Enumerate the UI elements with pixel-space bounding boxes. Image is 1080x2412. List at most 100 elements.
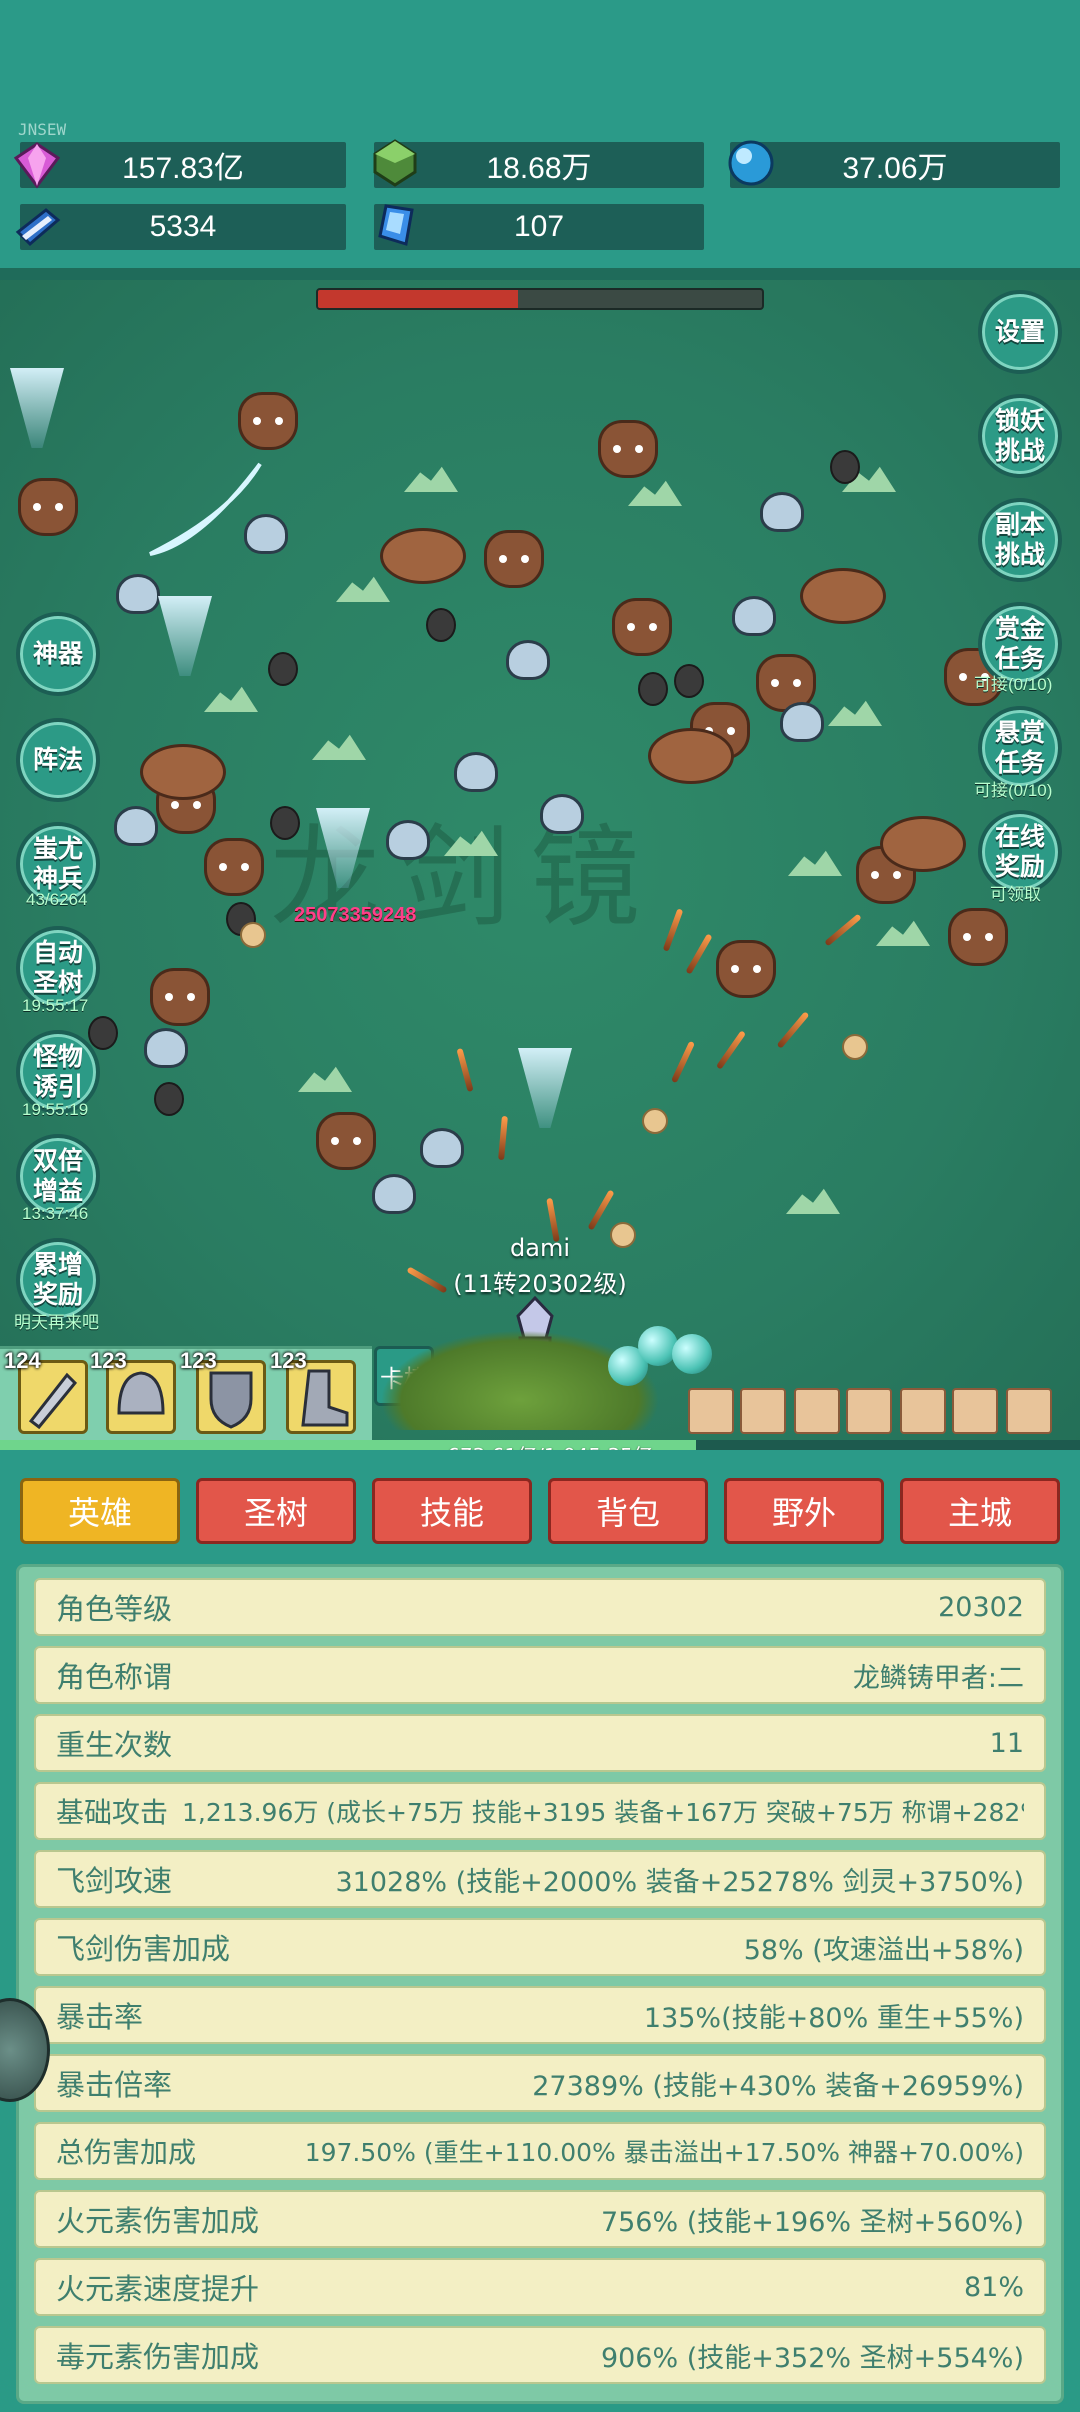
bounty-label: 赏金任务	[994, 614, 1045, 673]
tab-hero-label: 英雄	[67, 1494, 132, 1532]
tab-skills[interactable]: 技能	[372, 1478, 532, 1544]
skill-slot[interactable]	[1006, 1388, 1052, 1434]
rock-obstacle	[88, 1016, 118, 1050]
moth-monster	[880, 816, 966, 872]
coin-drop	[642, 1108, 668, 1134]
skill-slot[interactable]	[846, 1388, 892, 1434]
flying-sword	[662, 908, 684, 952]
stat-label: 重生次数	[56, 1728, 173, 1762]
resource-blue-orb: 37.06万	[730, 142, 1060, 188]
moth-monster	[648, 728, 734, 784]
stat-label: 总伤害加成	[56, 2136, 197, 2169]
flying-sword	[498, 1115, 508, 1161]
lock-demon-label: 锁妖挑战	[994, 406, 1045, 465]
flying-sword	[824, 913, 862, 947]
formation-button[interactable]: 阵法	[16, 718, 100, 802]
rock-obstacle	[830, 450, 860, 484]
stat-value: 197.50% (重生+110.00% 暴击溢出+17.50% 神器+70.00…	[304, 2138, 1024, 2167]
tornado-effect	[158, 596, 212, 676]
stat-label: 火元素速度提升	[56, 2272, 260, 2306]
moth-monster	[140, 744, 226, 800]
ghost-monster	[114, 806, 158, 846]
deer-monster	[316, 1112, 376, 1170]
grass-hill	[204, 686, 258, 712]
green-crystal-icon	[373, 139, 417, 187]
tab-wild[interactable]: 野外	[724, 1478, 884, 1544]
stat-value: 58% (攻速溢出+58%)	[743, 1934, 1024, 1966]
deer-monster	[238, 392, 298, 450]
bounty-task-status: 可接(0/10)	[974, 675, 1053, 694]
player-name: dami	[510, 1234, 570, 1262]
stat-label: 毒元素伤害加成	[56, 2340, 260, 2374]
stat-row-sword-damage: 飞剑伤害加成 58% (攻速溢出+58%)	[34, 1918, 1046, 1976]
tab-backpack[interactable]: 背包	[548, 1478, 708, 1544]
tab-skills-label: 技能	[419, 1494, 484, 1532]
stat-row-title: 角色称谓 龙鳞铸甲者:二	[34, 1646, 1046, 1704]
auto-tree-label: 自动圣树	[32, 938, 83, 997]
stat-label: 角色称谓	[56, 1660, 173, 1694]
dungeon-challenge-button[interactable]: 副本挑战	[978, 498, 1062, 582]
tab-main-city[interactable]: 主城	[900, 1478, 1060, 1544]
stat-value: 20302	[938, 1591, 1024, 1623]
monster-lure-timer: 19:55:19	[22, 1100, 89, 1119]
grass-hill	[828, 700, 882, 726]
skill-slot[interactable]	[952, 1388, 998, 1434]
boss-hp-bar	[316, 288, 764, 310]
stat-row-sword-speed: 飞剑攻速 31028% (技能+2000% 装备+25278% 剑灵+3750%)	[34, 1850, 1046, 1908]
stat-label: 暴击率	[56, 2000, 144, 2034]
skill-slot[interactable]	[740, 1388, 786, 1434]
stat-row-fire-speed: 火元素速度提升 81%	[34, 2258, 1046, 2316]
stat-row-base-attack: 基础攻击 1,213.96万 (成长+75万 技能+3195 装备+167万 突破…	[34, 1782, 1046, 1840]
cumulative-reward-label: 累增奖励	[32, 1250, 83, 1309]
tab-main-city-label: 主城	[947, 1494, 1012, 1532]
boss-hp-fill	[318, 290, 518, 308]
stat-value: 81%	[963, 2271, 1024, 2303]
coin-drop	[240, 922, 266, 948]
rock-obstacle	[426, 608, 456, 642]
moth-monster	[800, 568, 886, 624]
deer-monster	[484, 530, 544, 588]
reward-label: 悬赏任务	[994, 718, 1045, 777]
flying-sword	[456, 1047, 474, 1093]
settings-button[interactable]: 设置	[978, 290, 1062, 374]
grass-hill	[404, 466, 458, 492]
stat-row-rebirth: 重生次数 11	[34, 1714, 1046, 1772]
tab-hero[interactable]: 英雄	[20, 1478, 180, 1544]
skill-slot[interactable]	[688, 1388, 734, 1434]
battlefield[interactable]: 龙剑镜 25073359248 dami (11转20302级) 设置 锁妖挑战…	[0, 268, 1080, 1450]
flying-sword	[685, 933, 713, 975]
stat-value: 27389% (技能+430% 装备+26959%)	[532, 2070, 1024, 2102]
double-buff-timer: 13:37:46	[22, 1204, 89, 1223]
skill-slot[interactable]	[794, 1388, 840, 1434]
online-reward-label: 在线奖励	[994, 822, 1045, 881]
stat-value: 11	[989, 1727, 1024, 1759]
rock-obstacle	[674, 664, 704, 698]
ghost-monster	[780, 702, 824, 742]
ghost-monster	[760, 492, 804, 532]
stat-row-crit-multiplier: 暴击倍率 27389% (技能+430% 装备+26959%)	[34, 2054, 1046, 2112]
blue-slash-effect	[149, 462, 262, 556]
stat-value: 756% (技能+196% 圣树+560%)	[600, 2206, 1024, 2238]
tab-wild-label: 野外	[771, 1494, 836, 1532]
grass-hill	[788, 850, 842, 876]
artifact-button[interactable]: 神器	[16, 612, 100, 696]
stat-label: 暴击倍率	[56, 2068, 173, 2102]
build-tag: JNSEW	[18, 120, 67, 139]
battlefield-edge	[0, 268, 1080, 280]
skill-slot[interactable]	[900, 1388, 946, 1434]
stat-label: 火元素伤害加成	[56, 2204, 260, 2238]
lock-demon-challenge-button[interactable]: 锁妖挑战	[978, 394, 1062, 478]
blue-book-icon	[15, 208, 61, 247]
equip-level-shield: 123	[180, 1348, 217, 1373]
grass-hill	[312, 734, 366, 760]
tab-sacred-tree-label: 圣树	[243, 1494, 308, 1532]
resource-green-crystal: 18.68万	[374, 142, 704, 188]
rock-obstacle	[270, 806, 300, 840]
auto-tree-timer: 19:55:17	[22, 996, 89, 1015]
chiyou-weapon-count: 43/6264	[26, 890, 88, 909]
deer-monster	[948, 908, 1008, 966]
resource-header: JNSEW 157.83亿 18.68万 37.06万 5334 107	[0, 0, 1080, 268]
equip-level-weapon: 124	[4, 1348, 41, 1373]
tab-sacred-tree[interactable]: 圣树	[196, 1478, 356, 1544]
moth-monster	[380, 528, 466, 584]
